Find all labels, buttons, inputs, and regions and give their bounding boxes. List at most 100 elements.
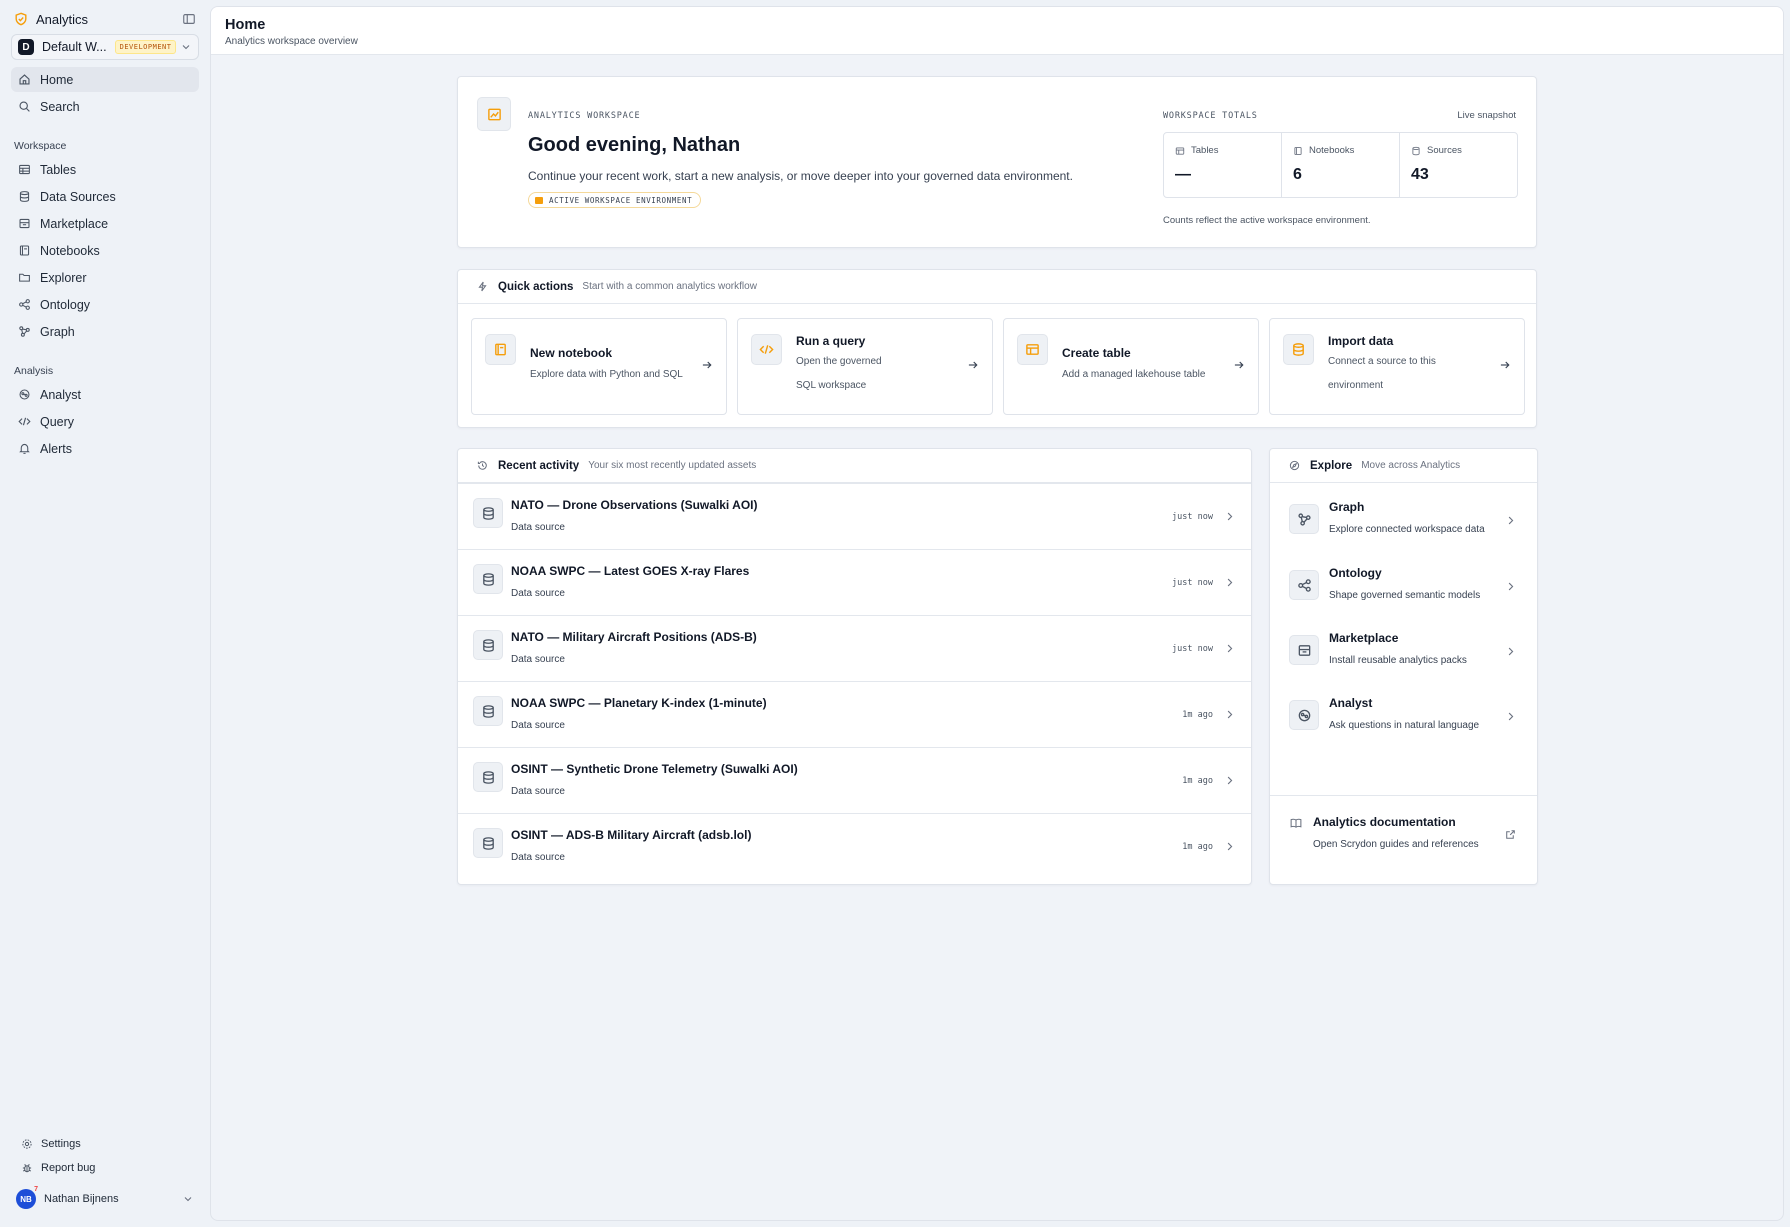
code-icon <box>751 334 782 365</box>
list-item[interactable]: NATO — Drone Observations (Suwalki AOI) … <box>458 483 1251 549</box>
asset-kind: Data source <box>511 654 565 665</box>
nav-ontology[interactable]: Ontology <box>11 292 199 317</box>
stat-notebooks: Notebooks 6 <box>1282 133 1400 197</box>
bell-icon <box>18 442 31 455</box>
explore-item-description: Ask questions in natural language <box>1329 720 1480 731</box>
graph-icon <box>18 325 31 338</box>
run-query-action[interactable]: Run a query Open the governed SQL worksp… <box>737 318 993 415</box>
book-icon <box>1290 817 1302 829</box>
nav-notebooks-label: Notebooks <box>40 243 100 258</box>
new-notebook-action[interactable]: New notebook Explore data with Python an… <box>471 318 727 415</box>
hero-description: Continue your recent work, start a new a… <box>528 169 1073 183</box>
create-table-action[interactable]: Create table Add a managed lakehouse tab… <box>1003 318 1259 415</box>
list-item[interactable]: OSINT — ADS-B Military Aircraft (adsb.lo… <box>458 813 1251 879</box>
nav-data-sources[interactable]: Data Sources <box>11 184 199 209</box>
chevron-right-icon <box>1505 515 1516 526</box>
stat-tables-label: Tables <box>1191 145 1219 156</box>
brand: Analytics <box>14 11 196 27</box>
asset-kind: Data source <box>511 522 565 533</box>
list-item[interactable]: NATO — Military Aircraft Positions (ADS-… <box>458 615 1251 681</box>
explore-item-title: Ontology <box>1329 566 1382 580</box>
documentation-link[interactable]: Analytics documentation Open Scrydon gui… <box>1270 795 1537 885</box>
counts-note: Counts reflect the active workspace envi… <box>1163 215 1371 226</box>
nav-data-sources-label: Data Sources <box>40 189 116 204</box>
nav-query[interactable]: Query <box>11 409 199 434</box>
nav-query-label: Query <box>40 414 75 429</box>
user-menu[interactable]: NB 7 Nathan Bijnens <box>16 1186 194 1209</box>
explore-title: Explore <box>1310 459 1353 472</box>
page-subtitle: Analytics workspace overview <box>225 36 358 47</box>
arrow-right-icon <box>967 359 979 371</box>
explore-subtitle: Move across Analytics <box>1361 460 1461 471</box>
asset-title: NATO — Military Aircraft Positions (ADS-… <box>511 630 757 644</box>
asset-timestamp: 1m ago <box>1182 710 1213 720</box>
import-data-action[interactable]: Import data Connect a source to this env… <box>1269 318 1525 415</box>
compass-icon <box>1289 460 1300 471</box>
nav-home[interactable]: Home <box>11 67 199 92</box>
nav-report-bug[interactable]: Report bug <box>21 1160 95 1176</box>
nav-settings[interactable]: Settings <box>21 1136 81 1152</box>
explore-item-ontology[interactable]: Ontology Shape governed semantic models <box>1270 552 1537 616</box>
list-item[interactable]: OSINT — Synthetic Drone Telemetry (Suwal… <box>458 747 1251 813</box>
brain-icon <box>1289 700 1319 730</box>
recent-activity-title: Recent activity <box>498 459 580 472</box>
nav-search[interactable]: Search <box>11 94 199 119</box>
explore-item-title: Analyst <box>1329 696 1373 710</box>
action-title: New notebook <box>530 346 613 360</box>
store-icon <box>1289 635 1319 665</box>
workspace-avatar: D <box>18 39 34 55</box>
notebook-icon <box>485 334 516 365</box>
asset-kind: Data source <box>511 588 565 599</box>
database-icon <box>473 498 503 528</box>
asset-kind: Data source <box>511 852 565 863</box>
lightning-icon <box>477 281 488 292</box>
action-title: Run a query <box>796 334 866 348</box>
welcome-card: ANALYTICS WORKSPACE Good evening, Nathan… <box>457 76 1537 248</box>
nav-analyst[interactable]: Analyst <box>11 382 199 407</box>
list-item[interactable]: NOAA SWPC — Latest GOES X-ray Flares Dat… <box>458 549 1251 615</box>
explore-item-marketplace[interactable]: Marketplace Install reusable analytics p… <box>1270 617 1537 681</box>
nav-tables-label: Tables <box>40 162 77 177</box>
hero-eyebrow: ANALYTICS WORKSPACE <box>528 111 641 121</box>
nav-explorer[interactable]: Explorer <box>11 265 199 290</box>
explore-item-graph[interactable]: Graph Explore connected workspace data <box>1270 486 1537 550</box>
nav-home-label: Home <box>40 72 74 87</box>
graph-icon <box>1289 504 1319 534</box>
asset-kind: Data source <box>511 786 565 797</box>
sidebar-toggle-icon[interactable] <box>182 12 196 26</box>
nav-settings-label: Settings <box>41 1138 81 1150</box>
explore-item-description: Shape governed semantic models <box>1329 590 1481 601</box>
list-item[interactable]: NOAA SWPC — Planetary K-index (1-minute)… <box>458 681 1251 747</box>
chevron-right-icon <box>1224 511 1235 522</box>
store-icon <box>18 217 31 230</box>
page-header: Home Analytics workspace overview <box>211 7 1783 55</box>
nav-ontology-label: Ontology <box>40 297 91 312</box>
stat-tables: Tables — <box>1164 133 1282 197</box>
live-snapshot-label: Live snapshot <box>1457 110 1516 121</box>
stat-tables-value: — <box>1175 166 1191 183</box>
stat-sources-value: 43 <box>1411 166 1429 183</box>
asset-timestamp: 1m ago <box>1182 776 1213 786</box>
arrow-right-icon <box>701 359 713 371</box>
share-nodes-icon <box>1289 570 1319 600</box>
workspace-switcher[interactable]: D Default W... DEVELOPMENT <box>11 34 199 60</box>
environment-tag: ACTIVE WORKSPACE ENVIRONMENT <box>528 192 702 208</box>
nav-alerts[interactable]: Alerts <box>11 436 199 461</box>
nav-graph[interactable]: Graph <box>11 319 199 344</box>
arrow-right-icon <box>1233 359 1245 371</box>
explore-item-description: Explore connected workspace data <box>1329 524 1485 535</box>
quick-actions-header: Quick actions Start with a common analyt… <box>458 270 1536 304</box>
chevron-right-icon <box>1224 775 1235 786</box>
database-icon <box>473 564 503 594</box>
asset-timestamp: just now <box>1172 578 1213 588</box>
explore-item-analyst[interactable]: Analyst Ask questions in natural languag… <box>1270 682 1537 746</box>
explore-header: Explore Move across Analytics <box>1270 449 1537 483</box>
nav-marketplace[interactable]: Marketplace <box>11 211 199 236</box>
notebook-icon <box>18 244 31 257</box>
chevron-right-icon <box>1224 709 1235 720</box>
database-icon <box>473 630 503 660</box>
nav-tables[interactable]: Tables <box>11 157 199 182</box>
gear-icon <box>21 1138 33 1150</box>
nav-notebooks[interactable]: Notebooks <box>11 238 199 263</box>
workspace-name: Default W... <box>42 40 107 54</box>
